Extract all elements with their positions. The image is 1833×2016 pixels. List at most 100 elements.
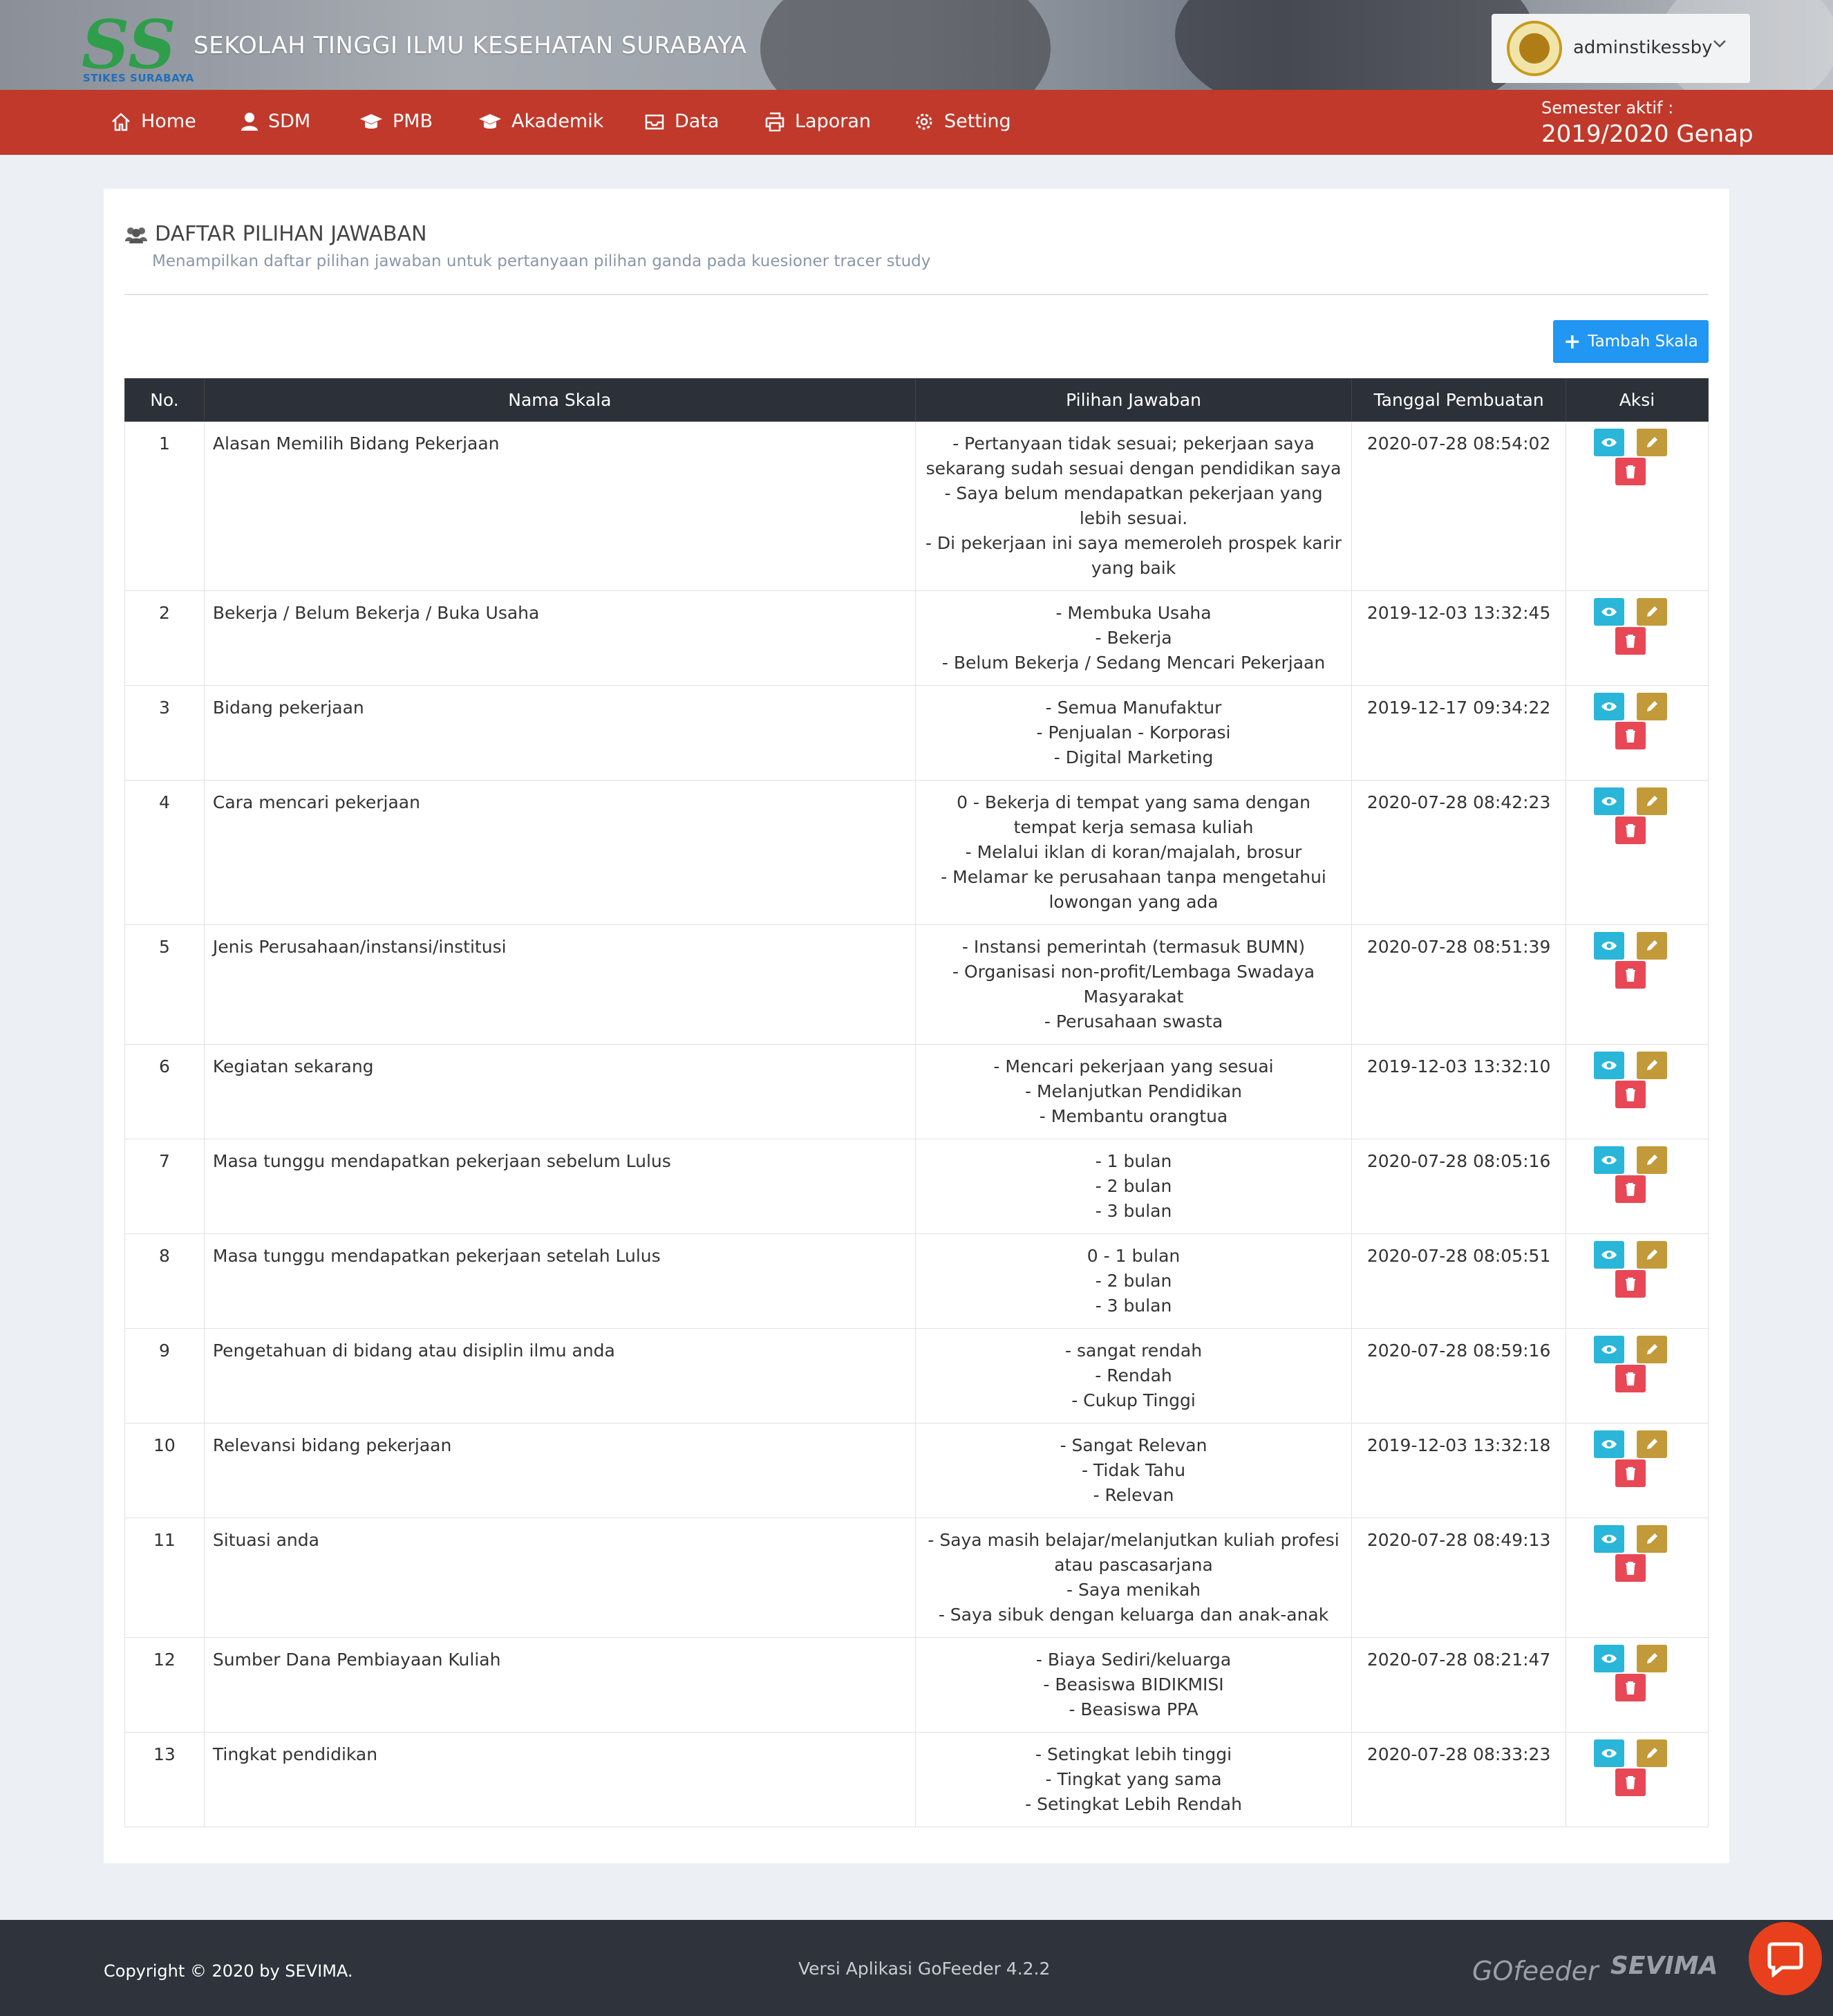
column-header: Pilihan Jawaban	[914, 378, 1353, 422]
trash-icon	[1625, 969, 1635, 982]
scale-name: Bekerja / Belum Bekerja / Buka Usaha	[203, 590, 916, 686]
view-button[interactable]	[1593, 598, 1624, 626]
row-actions	[1565, 1044, 1709, 1139]
edit-button[interactable]	[1636, 598, 1667, 626]
delete-button[interactable]	[1615, 816, 1646, 844]
nav-item-sdm[interactable]: SDM	[241, 111, 310, 132]
view-button[interactable]	[1593, 1430, 1624, 1458]
svg-text:SS: SS	[82, 12, 176, 82]
row-actions	[1565, 1328, 1709, 1424]
edit-button[interactable]	[1636, 932, 1667, 960]
answer-option: - Setingkat lebih tinggi	[1035, 1744, 1232, 1764]
eye-icon	[1601, 1251, 1617, 1259]
users-icon	[125, 227, 147, 243]
answer-option: - Melanjutkan Pendidikan	[1025, 1081, 1243, 1101]
delete-button[interactable]	[1615, 1365, 1646, 1392]
delete-button[interactable]	[1615, 1081, 1646, 1108]
row-number: 6	[124, 1044, 205, 1139]
delete-button[interactable]	[1615, 627, 1646, 655]
answer-options: - sangat rendah - Rendah - Cukup Tinggi	[914, 1328, 1353, 1424]
edit-button[interactable]	[1636, 1430, 1667, 1458]
pencil-icon	[1646, 1748, 1657, 1758]
nav-item-laporan[interactable]: Laporan	[764, 111, 871, 132]
site-title[interactable]: SEKOLAH TINGGI ILMU KESEHATAN SURABAYA	[194, 32, 746, 59]
column-header: Aksi	[1565, 378, 1709, 422]
view-button[interactable]	[1593, 1525, 1624, 1553]
table-row: 11 Situasi anda - Saya masih belajar/melan…	[124, 1518, 1709, 1638]
nav-item-akademik[interactable]: Akademik	[478, 111, 603, 132]
edit-button[interactable]	[1636, 1645, 1667, 1672]
view-button[interactable]	[1593, 1146, 1624, 1174]
answer-option: - Semua Manufaktur	[1045, 698, 1222, 718]
chat-widget-button[interactable]	[1749, 1922, 1822, 1995]
delete-button[interactable]	[1615, 1175, 1646, 1203]
row-actions	[1565, 590, 1709, 686]
created-date: 2020-07-28 08:33:23	[1351, 1732, 1566, 1827]
trash-icon	[1625, 1467, 1635, 1480]
eye-icon	[1601, 702, 1617, 711]
user-menu[interactable]: adminstikessby	[1492, 14, 1750, 83]
row-actions	[1565, 1139, 1709, 1234]
view-button[interactable]	[1593, 429, 1624, 456]
nav-item-pmb[interactable]: PMB	[359, 111, 433, 132]
delete-button[interactable]	[1615, 961, 1646, 989]
answer-option: - Setingkat Lebih Rendah	[1025, 1794, 1242, 1814]
nav-label: SDM	[268, 111, 311, 132]
view-button[interactable]	[1593, 1052, 1624, 1079]
delete-button[interactable]	[1615, 1674, 1646, 1701]
edit-button[interactable]	[1636, 1241, 1667, 1269]
add-scale-label: Tambah Skala	[1588, 333, 1698, 351]
answer-options: - Sangat Relevan - Tidak Tahu - Relevan	[914, 1423, 1353, 1518]
view-button[interactable]	[1593, 1739, 1624, 1767]
nav-item-home[interactable]: Home	[111, 111, 196, 132]
edit-button[interactable]	[1636, 1525, 1667, 1553]
view-button[interactable]	[1593, 787, 1624, 815]
trash-icon	[1625, 635, 1635, 648]
answer-option: 0 - Bekerja di tempat yang sama dengan t…	[957, 792, 1310, 837]
scale-name: Masa tunggu mendapatkan pekerjaan sebelu…	[203, 1139, 916, 1234]
view-button[interactable]	[1593, 1241, 1624, 1269]
answer-option: - Di pekerjaan ini saya memeroleh prospe…	[925, 533, 1342, 578]
delete-button[interactable]	[1615, 1270, 1646, 1298]
edit-button[interactable]	[1636, 693, 1667, 720]
edit-button[interactable]	[1636, 429, 1667, 456]
answer-option: - Sangat Relevan	[1060, 1435, 1207, 1455]
answer-option: - Biaya Sediri/keluarga	[1035, 1650, 1232, 1670]
answer-options: - Pertanyaan tidak sesuai; pekerjaan say…	[914, 421, 1353, 591]
created-date: 2020-07-28 08:59:16	[1351, 1328, 1566, 1424]
scale-name: Jenis Perusahaan/instansi/institusi	[203, 924, 916, 1045]
view-button[interactable]	[1593, 1336, 1624, 1363]
delete-button[interactable]	[1615, 722, 1646, 749]
created-date: 2020-07-28 08:05:16	[1351, 1139, 1566, 1234]
view-button[interactable]	[1593, 693, 1624, 720]
answer-option: - 3 bulan	[1095, 1201, 1172, 1221]
nav-label: PMB	[393, 111, 433, 132]
stikes-logo-icon[interactable]: SS	[82, 12, 185, 82]
answer-options: - Saya masih belajar/melanjutkan kuliah …	[914, 1518, 1353, 1638]
nav-item-data[interactable]: Data	[644, 111, 719, 132]
created-date: 2019-12-03 13:32:10	[1351, 1044, 1566, 1139]
edit-button[interactable]	[1636, 787, 1667, 815]
answer-option: - Pertanyaan tidak sesuai; pekerjaan say…	[925, 433, 1342, 478]
edit-button[interactable]	[1636, 1336, 1667, 1363]
chevron-down-icon	[1713, 40, 1726, 48]
pencil-icon	[1646, 940, 1657, 951]
answer-options: - Semua Manufaktur - Penjualan - Korporas…	[914, 685, 1353, 781]
view-button[interactable]	[1593, 1645, 1624, 1672]
answer-options: - Instansi pemerintah (termasuk BUMN) - O…	[914, 924, 1353, 1045]
edit-button[interactable]	[1636, 1052, 1667, 1079]
nav-item-setting[interactable]: Setting	[914, 111, 1011, 132]
delete-button[interactable]	[1615, 458, 1646, 485]
edit-button[interactable]	[1636, 1739, 1667, 1767]
delete-button[interactable]	[1615, 1554, 1646, 1582]
pencil-icon	[1646, 1249, 1657, 1260]
pencil-icon	[1646, 1533, 1657, 1544]
pencil-icon	[1646, 1439, 1657, 1449]
add-scale-button[interactable]: + Tambah Skala	[1553, 320, 1709, 363]
table-header-row: No. Nama Skala Pilihan Jawaban Tanggal P…	[124, 378, 1709, 422]
delete-button[interactable]	[1615, 1768, 1646, 1796]
delete-button[interactable]	[1615, 1459, 1646, 1487]
view-button[interactable]	[1593, 932, 1624, 960]
edit-button[interactable]	[1636, 1146, 1667, 1174]
scale-name: Masa tunggu mendapatkan pekerjaan setela…	[203, 1233, 916, 1329]
